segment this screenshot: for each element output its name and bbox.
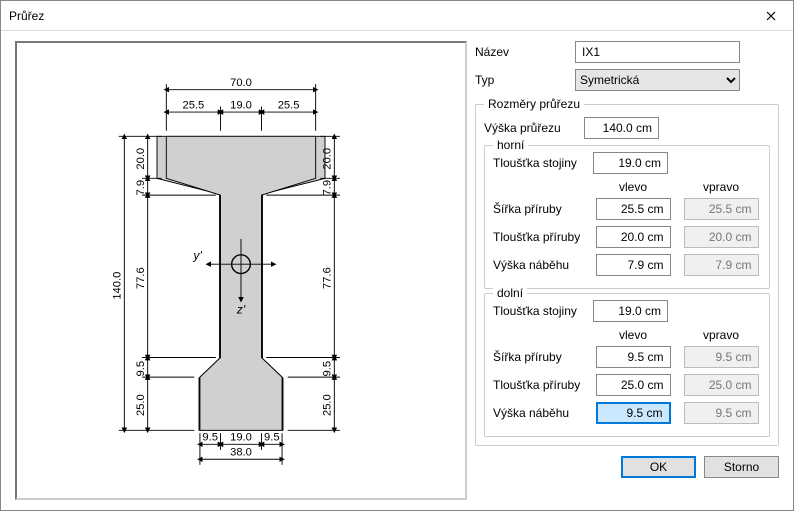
titlebar: Průřez: [1, 1, 793, 31]
top-haunch-h-left-input[interactable]: [596, 254, 671, 276]
dim-r-79: 7.9: [322, 180, 334, 196]
close-button[interactable]: [748, 1, 793, 31]
top-flange-w-right-ro: 25.5 cm: [684, 198, 759, 220]
bot-flange-t-label: Tloušťka příruby: [493, 378, 593, 392]
bot-col-left-header: vlevo: [593, 328, 673, 342]
dim-r-776: 77.6: [322, 267, 334, 289]
bot-flange-w-left-input[interactable]: [596, 346, 671, 368]
dim-r-20: 20.0: [322, 148, 334, 170]
bot-flange-t-right-ro: 25.0 cm: [684, 374, 759, 396]
dim-r-95: 9.5: [322, 361, 334, 377]
dim-l-776: 77.6: [135, 267, 147, 289]
top-web-thk-label: Tloušťka stojiny: [493, 156, 593, 170]
top-haunch-h-label: Výška náběhu: [493, 258, 593, 272]
group-top-legend: horní: [493, 138, 528, 152]
top-flange-w-label: Šířka příruby: [493, 202, 593, 216]
dim-left-total: 140.0: [112, 272, 124, 300]
cross-section-diagram: y' z' 70.0 25.5 19.0 25.5 140.0: [17, 43, 465, 468]
dim-l-20: 20.0: [135, 148, 147, 170]
content-area: y' z' 70.0 25.5 19.0 25.5 140.0: [1, 31, 793, 510]
dim-l-95: 9.5: [135, 361, 147, 377]
button-row: OK Storno: [475, 456, 779, 478]
bot-web-thk-input[interactable]: [593, 300, 668, 322]
top-col-left-header: vlevo: [593, 180, 673, 194]
dim-bot-left: 9.5: [202, 432, 218, 444]
bot-flange-w-label: Šířka příruby: [493, 350, 593, 364]
group-dimensions: Rozměry průřezu Výška průřezu horní Tlou…: [475, 97, 779, 446]
group-bottom-legend: dolní: [493, 286, 527, 300]
diagram-pane: y' z' 70.0 25.5 19.0 25.5 140.0: [15, 41, 467, 500]
window-title: Průřez: [9, 9, 44, 23]
top-flange-t-left-input[interactable]: [596, 226, 671, 248]
dim-l-25: 25.0: [135, 394, 147, 416]
bot-haunch-h-left-input[interactable]: [596, 402, 671, 424]
top-col-right-header: vpravo: [681, 180, 761, 194]
bot-web-thk-label: Tloušťka stojiny: [493, 304, 593, 318]
bot-flange-w-right-ro: 9.5 cm: [684, 346, 759, 368]
z-axis-label: z': [236, 303, 246, 317]
cancel-button[interactable]: Storno: [704, 456, 779, 478]
bot-haunch-h-label: Výška náběhu: [493, 406, 593, 420]
dim-top-total: 70.0: [230, 77, 252, 89]
group-dimensions-legend: Rozměry průřezu: [484, 97, 584, 111]
group-bottom: dolní Tloušťka stojiny vlevo vpravo Šířk…: [484, 293, 770, 437]
bot-flange-t-left-input[interactable]: [596, 374, 671, 396]
ok-button[interactable]: OK: [621, 456, 696, 478]
name-input[interactable]: [575, 41, 740, 63]
section-height-label: Výška průřezu: [484, 121, 584, 135]
dim-bot-right: 9.5: [264, 432, 280, 444]
dim-l-79: 7.9: [135, 180, 147, 196]
type-select[interactable]: Symetrická: [575, 69, 740, 91]
top-flange-w-left-input[interactable]: [596, 198, 671, 220]
bot-haunch-h-right-ro: 9.5 cm: [684, 402, 759, 424]
group-top: horní Tloušťka stojiny vlevo vpravo Šířk…: [484, 145, 770, 289]
close-icon: [766, 11, 776, 21]
dim-top-right: 25.5: [278, 99, 300, 111]
y-axis-label: y': [192, 249, 202, 263]
type-label: Typ: [475, 73, 575, 87]
top-web-thk-input[interactable]: [593, 152, 668, 174]
top-flange-t-label: Tloušťka příruby: [493, 230, 593, 244]
top-haunch-h-right-ro: 7.9 cm: [684, 254, 759, 276]
name-label: Název: [475, 45, 575, 59]
dialog-window: Průřez: [0, 0, 794, 511]
dim-r-25: 25.0: [322, 394, 334, 416]
top-flange-t-right-ro: 20.0 cm: [684, 226, 759, 248]
dim-bot-total: 38.0: [230, 447, 252, 459]
dim-top-mid: 19.0: [230, 99, 252, 111]
section-height-input[interactable]: [584, 117, 659, 139]
form-pane: Název Typ Symetrická Rozměry průřezu Výš…: [467, 41, 779, 500]
dim-top-left: 25.5: [183, 99, 205, 111]
dim-bot-mid: 19.0: [230, 432, 252, 444]
bot-col-right-header: vpravo: [681, 328, 761, 342]
